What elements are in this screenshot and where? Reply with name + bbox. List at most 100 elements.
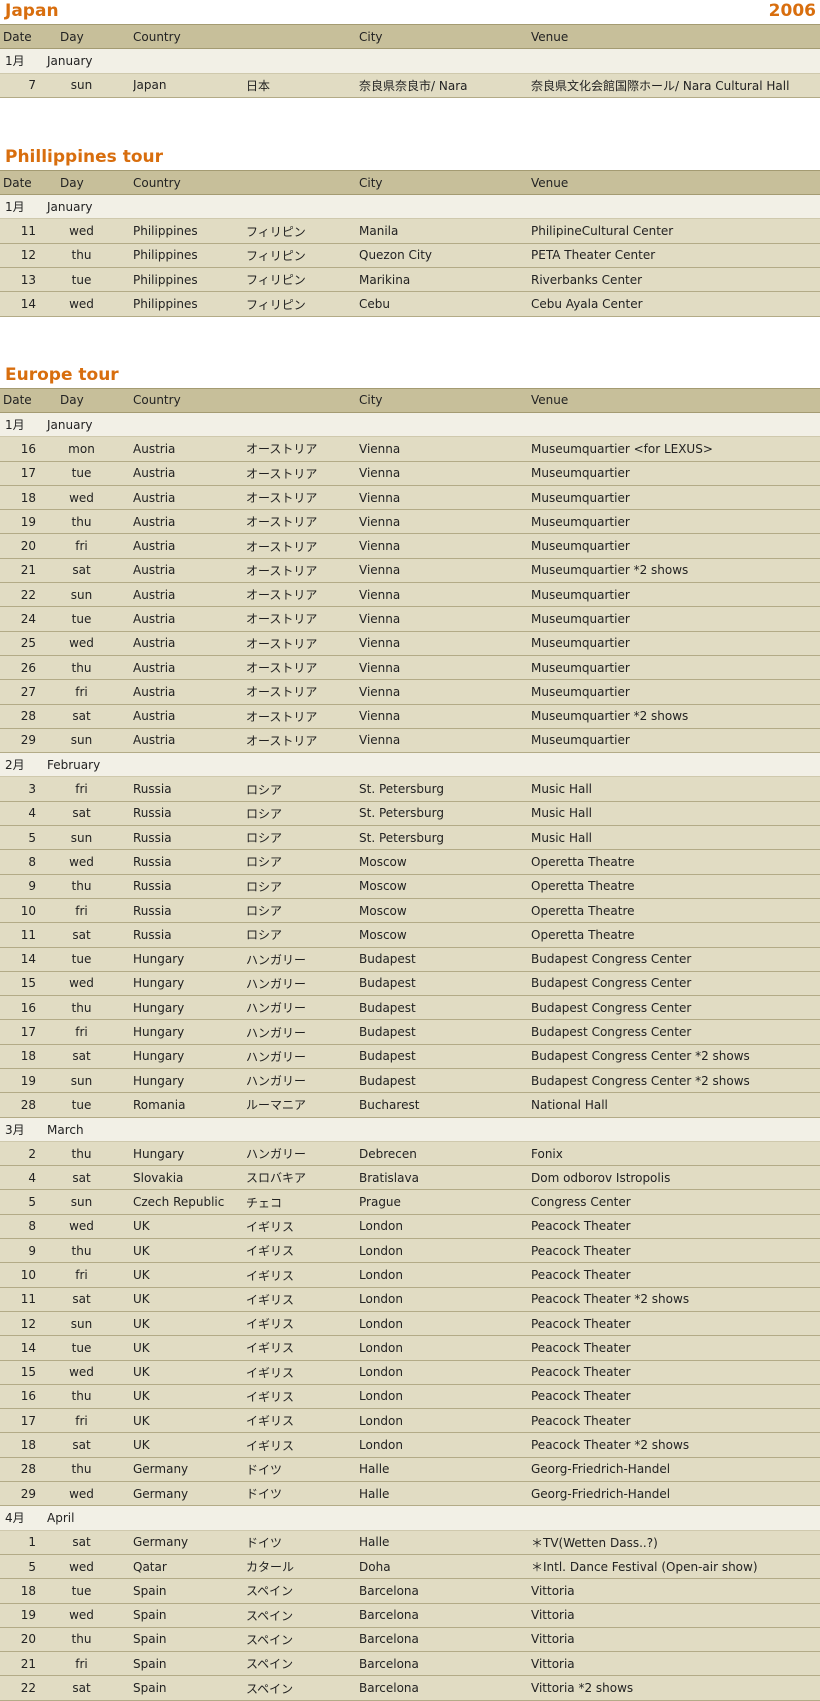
country-jp-cell: スペイン (246, 1675, 359, 1701)
table-header-row: Date Day Country City Venue (0, 23, 820, 50)
day-cell: tue (60, 947, 133, 972)
day-cell: wed (60, 1603, 133, 1628)
venue-cell: Budapest Congress Center (531, 995, 820, 1021)
country-jp-cell: イギリス (246, 1335, 359, 1361)
column-header-city: City (359, 387, 531, 413)
country-cell: Russia (133, 776, 246, 802)
section-title: Europe tour (5, 364, 119, 385)
venue-cell: Peacock Theater *2 shows (531, 1432, 820, 1458)
date-cell: 17 (0, 1019, 60, 1045)
month-name: January (47, 418, 93, 433)
venue-cell: Museumquartier (531, 728, 820, 754)
day-cell: wed (60, 849, 133, 875)
table-row: 3 fri Russia ロシア St. Petersburg Music Hall (0, 776, 820, 802)
country-cell: UK (133, 1360, 246, 1385)
country-cell: Russia (133, 801, 246, 827)
city-cell: Budapest (359, 995, 531, 1021)
country-jp-cell: オーストリア (246, 655, 359, 681)
country-jp-cell: オーストリア (246, 679, 359, 705)
date-cell: 18 (0, 1044, 60, 1069)
section-year: 2006 (768, 1, 816, 21)
month-row: 3月 March (0, 1117, 820, 1142)
city-cell: Budapest (359, 1044, 531, 1069)
country-cell: Austria (133, 679, 246, 705)
section-header: Japan 2006 (0, 0, 820, 24)
month-label: 4月 April (0, 1505, 820, 1531)
venue-cell: Peacock Theater (531, 1335, 820, 1361)
country-cell: Austria (133, 558, 246, 584)
country-cell: Austria (133, 436, 246, 462)
country-cell: Hungary (133, 995, 246, 1021)
city-cell: Manila (359, 218, 531, 244)
country-jp-cell: ハンガリー (246, 995, 359, 1021)
table-row: 12 sun UK イギリス London Peacock Theater (0, 1311, 820, 1337)
country-jp-cell: イギリス (246, 1238, 359, 1264)
city-cell: Moscow (359, 849, 531, 875)
country-cell: Qatar (133, 1554, 246, 1580)
date-cell: 19 (0, 509, 60, 535)
country-cell: Hungary (133, 1044, 246, 1069)
month-row: 1月 January (0, 194, 820, 220)
date-cell: 19 (0, 1603, 60, 1628)
date-cell: 16 (0, 995, 60, 1021)
venue-cell: Museumquartier <for LEXUS> (531, 436, 820, 462)
city-cell: Bratislava (359, 1165, 531, 1191)
table-row: 28 sat Austria オーストリア Vienna Museumquartier *… (0, 704, 820, 729)
country-cell: Philippines (133, 267, 246, 293)
table-row: 2 thu Hungary ハンガリー Debrecen Fonix (0, 1141, 820, 1167)
date-cell: 29 (0, 1481, 60, 1507)
date-cell: 11 (0, 1287, 60, 1312)
country-cell: Spain (133, 1675, 246, 1701)
month-label: 2月 February (0, 752, 820, 778)
day-cell: tue (60, 1092, 133, 1118)
country-jp-cell: オーストリア (246, 558, 359, 584)
country-jp-cell: ハンガリー (246, 1019, 359, 1045)
table-row: 19 wed Spain スペイン Barcelona Vittoria (0, 1603, 820, 1628)
table-row: 29 wed Germany ドイツ Halle Georg-Friedrich-Hand… (0, 1481, 820, 1507)
country-cell: UK (133, 1335, 246, 1361)
venue-cell: Music Hall (531, 776, 820, 802)
venue-cell: Georg-Friedrich-Handel (531, 1481, 820, 1507)
date-cell: 2 (0, 1141, 60, 1167)
date-cell: 18 (0, 1578, 60, 1604)
day-cell: wed (60, 631, 133, 656)
city-cell: Vienna (359, 582, 531, 608)
venue-cell: Museumquartier (531, 509, 820, 535)
country-cell: UK (133, 1238, 246, 1264)
table-row: 20 thu Spain スペイン Barcelona Vittoria (0, 1627, 820, 1653)
day-cell: sun (60, 582, 133, 608)
column-header-blank (246, 169, 359, 196)
table-row: 25 wed Austria オーストリア Vienna Museumquartier (0, 631, 820, 656)
table-row: 27 fri Austria オーストリア Vienna Museumquartier (0, 679, 820, 705)
date-cell: 21 (0, 558, 60, 584)
country-jp-cell: イギリス (246, 1287, 359, 1312)
country-cell: Spain (133, 1627, 246, 1653)
day-cell: sun (60, 73, 133, 98)
day-cell: sun (60, 825, 133, 851)
venue-cell: Peacock Theater (531, 1214, 820, 1240)
table-row: 15 wed Hungary ハンガリー Budapest Budapest Congre… (0, 971, 820, 997)
date-cell: 13 (0, 267, 60, 293)
table-row: 16 thu UK イギリス London Peacock Theater (0, 1384, 820, 1410)
venue-cell: Operetta Theatre (531, 849, 820, 875)
date-cell: 10 (0, 1262, 60, 1288)
city-cell: Vienna (359, 558, 531, 584)
day-cell: sun (60, 1311, 133, 1337)
table-row: 11 sat UK イギリス London Peacock Theater *2 show… (0, 1287, 820, 1312)
country-cell: Germany (133, 1530, 246, 1555)
venue-cell: ＊TV(Wetten Dass..?) (531, 1530, 820, 1555)
country-cell: Czech Republic (133, 1189, 246, 1215)
schedule-table: Date Day Country City Venue 1月 January 11 wed Phi… (0, 169, 820, 317)
venue-cell: Music Hall (531, 801, 820, 827)
city-cell: Vienna (359, 461, 531, 486)
day-cell: thu (60, 874, 133, 899)
day-cell: thu (60, 509, 133, 535)
country-cell: UK (133, 1262, 246, 1288)
date-cell: 5 (0, 825, 60, 851)
country-cell: Austria (133, 728, 246, 754)
country-jp-cell: ロシア (246, 825, 359, 851)
venue-cell: Operetta Theatre (531, 898, 820, 924)
date-cell: 7 (0, 73, 60, 98)
city-cell: St. Petersburg (359, 825, 531, 851)
table-row: 10 fri Russia ロシア Moscow Operetta Theatre (0, 898, 820, 924)
